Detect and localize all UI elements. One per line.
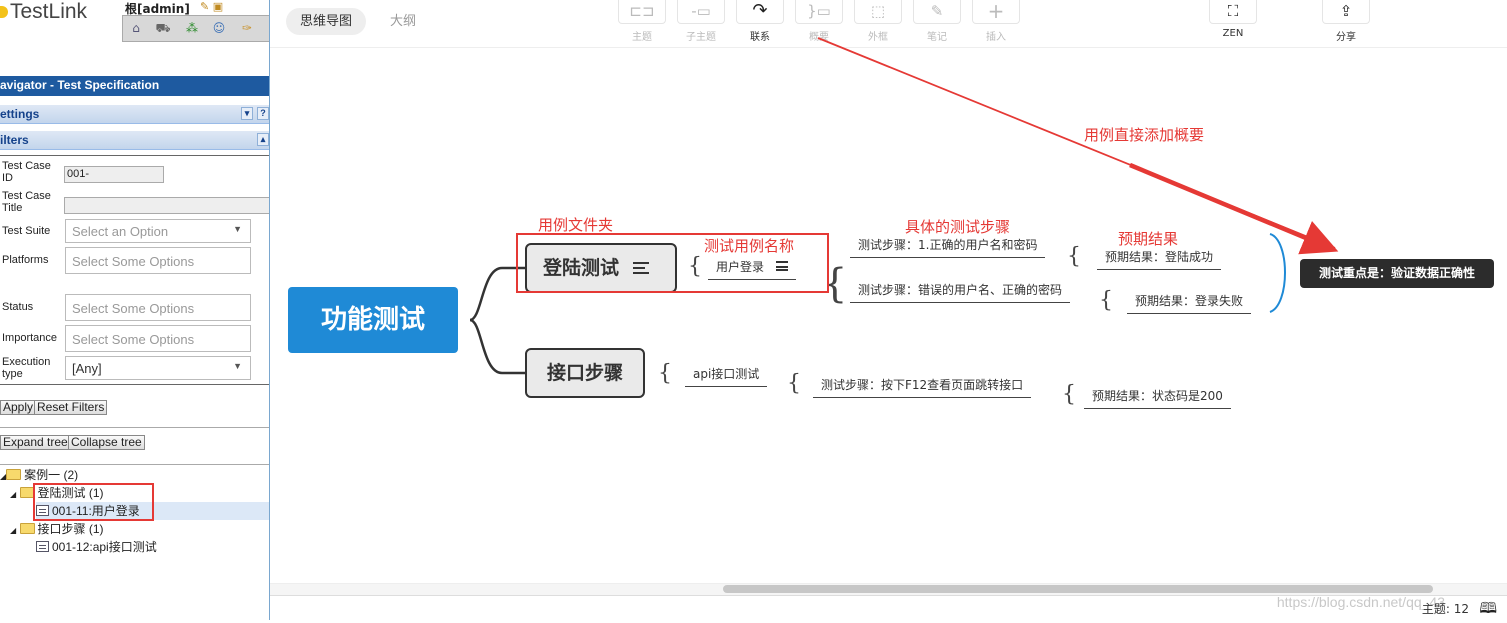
exec-type-select[interactable]: [Any] ▼	[65, 356, 251, 380]
divider	[0, 427, 269, 428]
tree-node-root[interactable]: ◢ 案例一 (2)	[0, 466, 78, 484]
exec-type-value: [Any]	[72, 361, 102, 376]
testcase-icon	[36, 541, 49, 552]
home-icon[interactable]: ⌂	[128, 20, 144, 36]
annotation-expected: 预期结果	[1118, 230, 1179, 248]
status-select[interactable]: Select Some Options	[65, 294, 251, 321]
importance-label: Importance	[2, 332, 58, 344]
folder-icon	[19, 523, 35, 534]
topic-count: 主题: 12	[1421, 602, 1469, 616]
divider	[0, 155, 269, 156]
testlink-toolbar: ⌂ ⛟ ⁂ ☺ ✑	[122, 15, 269, 42]
tc-title-input[interactable]	[64, 197, 269, 214]
platforms-select[interactable]: Select Some Options	[65, 247, 251, 274]
suite-value: Select an Option	[72, 224, 169, 239]
sitemap-icon[interactable]: ⁂	[184, 20, 200, 36]
step-node-3[interactable]: 测试步骤：按下F12查看页面跳转接口	[813, 376, 1032, 398]
expand-tree-button[interactable]: Expand tree	[0, 435, 71, 450]
root-node[interactable]: 功能测试	[288, 287, 458, 353]
annotation-folder: 用例文件夹	[538, 216, 614, 234]
annotation-steps: 具体的测试步骤	[905, 218, 1011, 236]
status-label: Status	[2, 301, 34, 313]
brace: {	[658, 361, 672, 386]
tree-node-label: 案例一 (2)	[24, 468, 79, 482]
collapse-tree-button[interactable]: Collapse tree	[68, 435, 145, 450]
scrollbar-thumb[interactable]	[723, 585, 1433, 593]
suite-select[interactable]: Select an Option ▼	[65, 219, 251, 243]
logo-mark-icon	[0, 6, 8, 18]
expect-node-3[interactable]: 预期结果：状态码是200	[1084, 387, 1231, 409]
tree-node-suite-api[interactable]: ◢ 接口步骤 (1)	[10, 520, 104, 538]
tree-node-label: 接口步骤 (1)	[37, 522, 104, 536]
chevron-down-icon: ▼	[233, 224, 242, 234]
step-node-1[interactable]: 测试步骤：1.正确的用户名和密码	[850, 236, 1046, 258]
chevron-down-icon: ▼	[233, 361, 242, 371]
testlink-panel: TestLink 根[admin] ✎ ▣ ⌂ ⛟ ⁂ ☺ ✑ avigator…	[0, 0, 270, 620]
filters-label: ilters	[0, 133, 29, 147]
folder-icon	[6, 469, 22, 480]
importance-select[interactable]: Select Some Options	[65, 325, 251, 352]
subtopic-case-api[interactable]: api接口测试	[685, 365, 768, 387]
chevron-down-icon[interactable]: ▾	[241, 107, 253, 120]
topic-node-api[interactable]: 接口步骤	[525, 348, 645, 398]
highlight-box	[33, 483, 154, 521]
expand-toggle-icon[interactable]: ◢	[10, 490, 16, 499]
expand-toggle-icon[interactable]: ◢	[10, 526, 16, 535]
tc-id-input[interactable]: 001-	[64, 166, 164, 183]
divider	[0, 464, 269, 465]
summary-node[interactable]: 测试重点是：验证数据正确性	[1300, 259, 1494, 288]
platforms-label: Platforms	[2, 254, 49, 266]
tree-node-label: 001-12:api接口测试	[52, 540, 157, 554]
brace: {	[1062, 382, 1076, 407]
reset-filters-button[interactable]: Reset Filters	[34, 400, 108, 415]
testlink-logo: TestLink	[0, 0, 87, 24]
step-node-2[interactable]: 测试步骤：错误的用户名、正确的密码	[850, 281, 1071, 303]
cart-icon[interactable]: ⛟	[155, 20, 171, 36]
divider	[0, 384, 269, 385]
navigator-title: avigator - Test Specification	[0, 76, 269, 96]
watermark: https://blog.csdn.net/qq_43	[1276, 594, 1445, 610]
user-icon[interactable]: ☺	[211, 20, 227, 36]
settings-header[interactable]: ettings ▾ ?	[0, 105, 269, 124]
header-tool-icons[interactable]: ✎ ▣	[200, 0, 223, 13]
suite-label: Test Suite	[2, 225, 51, 237]
help-icon[interactable]: ?	[257, 107, 269, 120]
logo-text: TestLink	[10, 0, 88, 23]
brace: {	[1067, 244, 1081, 269]
tree-node-case-api[interactable]: 001-12:api接口测试	[36, 538, 157, 556]
mindmap-panel: 思维导图 大纲 ⊏⊐主题 -▭子主题 ↷联系 }▭概要 ⬚外框 ✎笔记 +插入 …	[270, 0, 1507, 620]
apply-button[interactable]: Apply	[0, 400, 37, 415]
brace: {	[787, 371, 801, 396]
expect-node-1[interactable]: 预期结果：登陆成功	[1097, 248, 1222, 270]
brace: {	[1099, 288, 1113, 313]
filters-header[interactable]: ilters ▴	[0, 131, 269, 150]
map-icon[interactable]: 🕮	[1479, 598, 1497, 623]
tc-title-label: Test Case Title	[2, 190, 51, 214]
broom-icon[interactable]: ✑	[239, 20, 255, 36]
chevron-up-icon[interactable]: ▴	[257, 133, 269, 146]
settings-label: ettings	[0, 107, 40, 121]
expect-node-2[interactable]: 预期结果：登录失败	[1127, 292, 1252, 314]
tc-id-label: Test Case ID	[2, 160, 51, 184]
highlight-box	[516, 233, 829, 293]
annotation-summary-note: 用例直接添加概要	[1084, 126, 1205, 144]
exec-type-label: Execution type	[2, 356, 51, 380]
